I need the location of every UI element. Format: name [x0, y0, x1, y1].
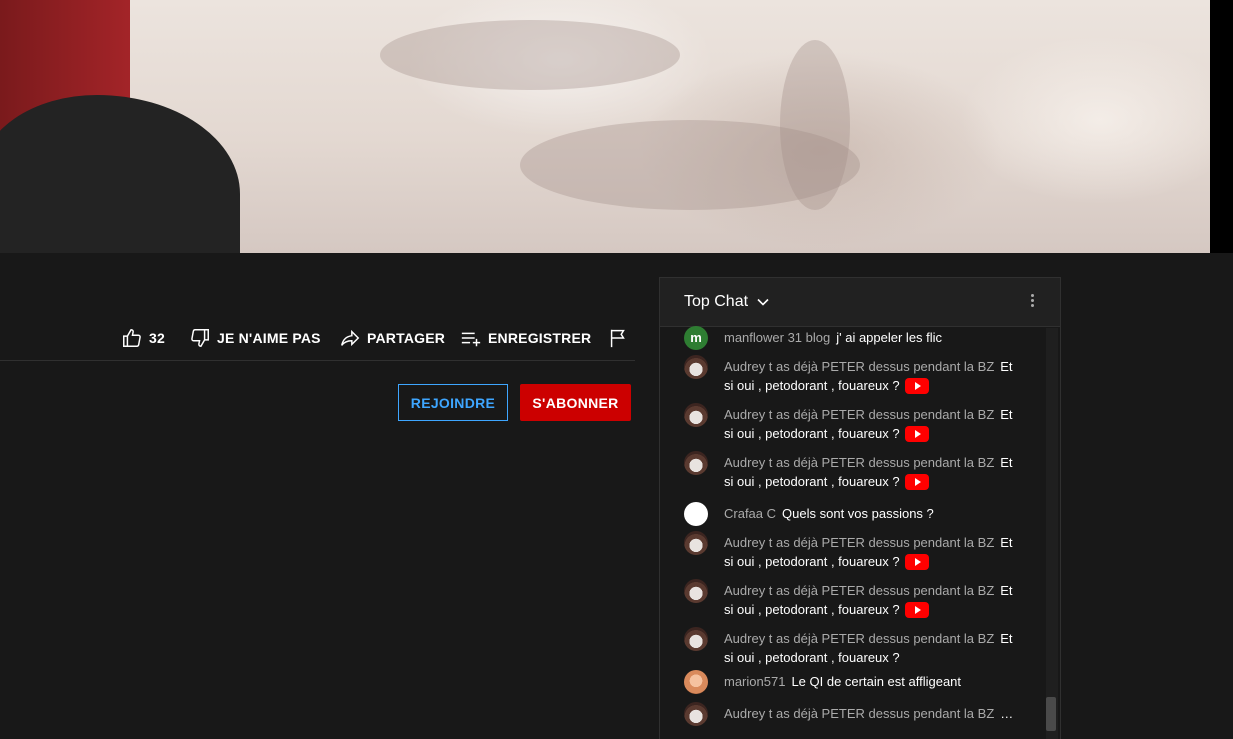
- video-edge: [1210, 0, 1233, 253]
- message-text: Le QI de certain est affligeant: [791, 674, 962, 689]
- youtube-icon: [905, 473, 930, 490]
- message-author[interactable]: Audrey t as déjà PETER dessus pendant la…: [724, 535, 994, 550]
- subscribe-button[interactable]: S'ABONNER: [520, 384, 631, 421]
- video-content-shadow: [0, 95, 240, 253]
- youtube-icon: [905, 601, 930, 618]
- message-text: j' ai appeler les flic: [836, 330, 943, 345]
- message-author[interactable]: Audrey t as déjà PETER dessus pendant la…: [724, 706, 994, 721]
- avatar[interactable]: [684, 451, 708, 475]
- playlist-add-icon: [461, 332, 481, 347]
- video-content-fold: [380, 20, 680, 90]
- avatar[interactable]: m: [684, 326, 708, 350]
- avatar[interactable]: [684, 670, 708, 694]
- video-actions-bar: 32 JE N'AIME PAS PARTAGER ENREGISTRER: [0, 326, 635, 350]
- chat-title: Top Chat: [684, 293, 749, 310]
- avatar[interactable]: [684, 355, 708, 379]
- more-options-icon[interactable]: [1022, 292, 1042, 312]
- chat-scrollbar[interactable]: [1046, 328, 1058, 739]
- chat-header: Top Chat: [660, 278, 1060, 327]
- message-author[interactable]: Audrey t as déjà PETER dessus pendant la…: [724, 455, 994, 470]
- dislike-button[interactable]: JE N'AIME PAS: [189, 326, 321, 350]
- video-player[interactable]: [0, 0, 1210, 253]
- report-button[interactable]: [607, 326, 635, 350]
- youtube-icon: [905, 425, 930, 442]
- divider: [0, 360, 635, 361]
- chat-mode-selector[interactable]: Top Chat: [684, 293, 770, 311]
- share-label: PARTAGER: [367, 330, 446, 346]
- video-content-fold: [780, 40, 850, 210]
- avatar[interactable]: [684, 502, 708, 526]
- youtube-icon: [905, 553, 930, 570]
- message-author[interactable]: marion571: [724, 674, 785, 689]
- save-button[interactable]: ENREGISTRER: [460, 326, 591, 350]
- flag-icon: [610, 329, 625, 348]
- youtube-icon: [905, 377, 930, 394]
- message-author[interactable]: Audrey t as déjà PETER dessus pendant la…: [724, 631, 994, 646]
- live-chat-panel: Top Chat m manflower 31 blog j' ai appele…: [659, 277, 1061, 739]
- avatar[interactable]: [684, 531, 708, 555]
- message-text: …: [1000, 706, 1014, 721]
- thumbs-down-icon: [191, 329, 209, 347]
- message-author[interactable]: Audrey t as déjà PETER dessus pendant la…: [724, 359, 994, 374]
- dislike-label: JE N'AIME PAS: [217, 330, 321, 346]
- chevron-down-icon: [757, 298, 769, 306]
- like-button[interactable]: 32: [121, 326, 165, 350]
- message-author[interactable]: Audrey t as déjà PETER dessus pendant la…: [724, 583, 994, 598]
- save-label: ENREGISTRER: [488, 330, 592, 346]
- thumbs-up-icon: [123, 329, 141, 347]
- avatar[interactable]: [684, 403, 708, 427]
- share-button[interactable]: PARTAGER: [339, 326, 445, 350]
- avatar[interactable]: [684, 702, 708, 726]
- message-author[interactable]: Crafaa C: [724, 506, 776, 521]
- like-count: 32: [149, 330, 165, 346]
- message-text: Quels sont vos passions ?: [782, 506, 934, 521]
- avatar[interactable]: [684, 627, 708, 651]
- join-button[interactable]: REJOINDRE: [398, 384, 508, 421]
- message-author[interactable]: Audrey t as déjà PETER dessus pendant la…: [724, 407, 994, 422]
- chat-scrollbar-thumb[interactable]: [1046, 697, 1056, 731]
- message-author[interactable]: manflower 31 blog: [724, 330, 830, 345]
- avatar[interactable]: [684, 579, 708, 603]
- share-icon: [341, 329, 360, 347]
